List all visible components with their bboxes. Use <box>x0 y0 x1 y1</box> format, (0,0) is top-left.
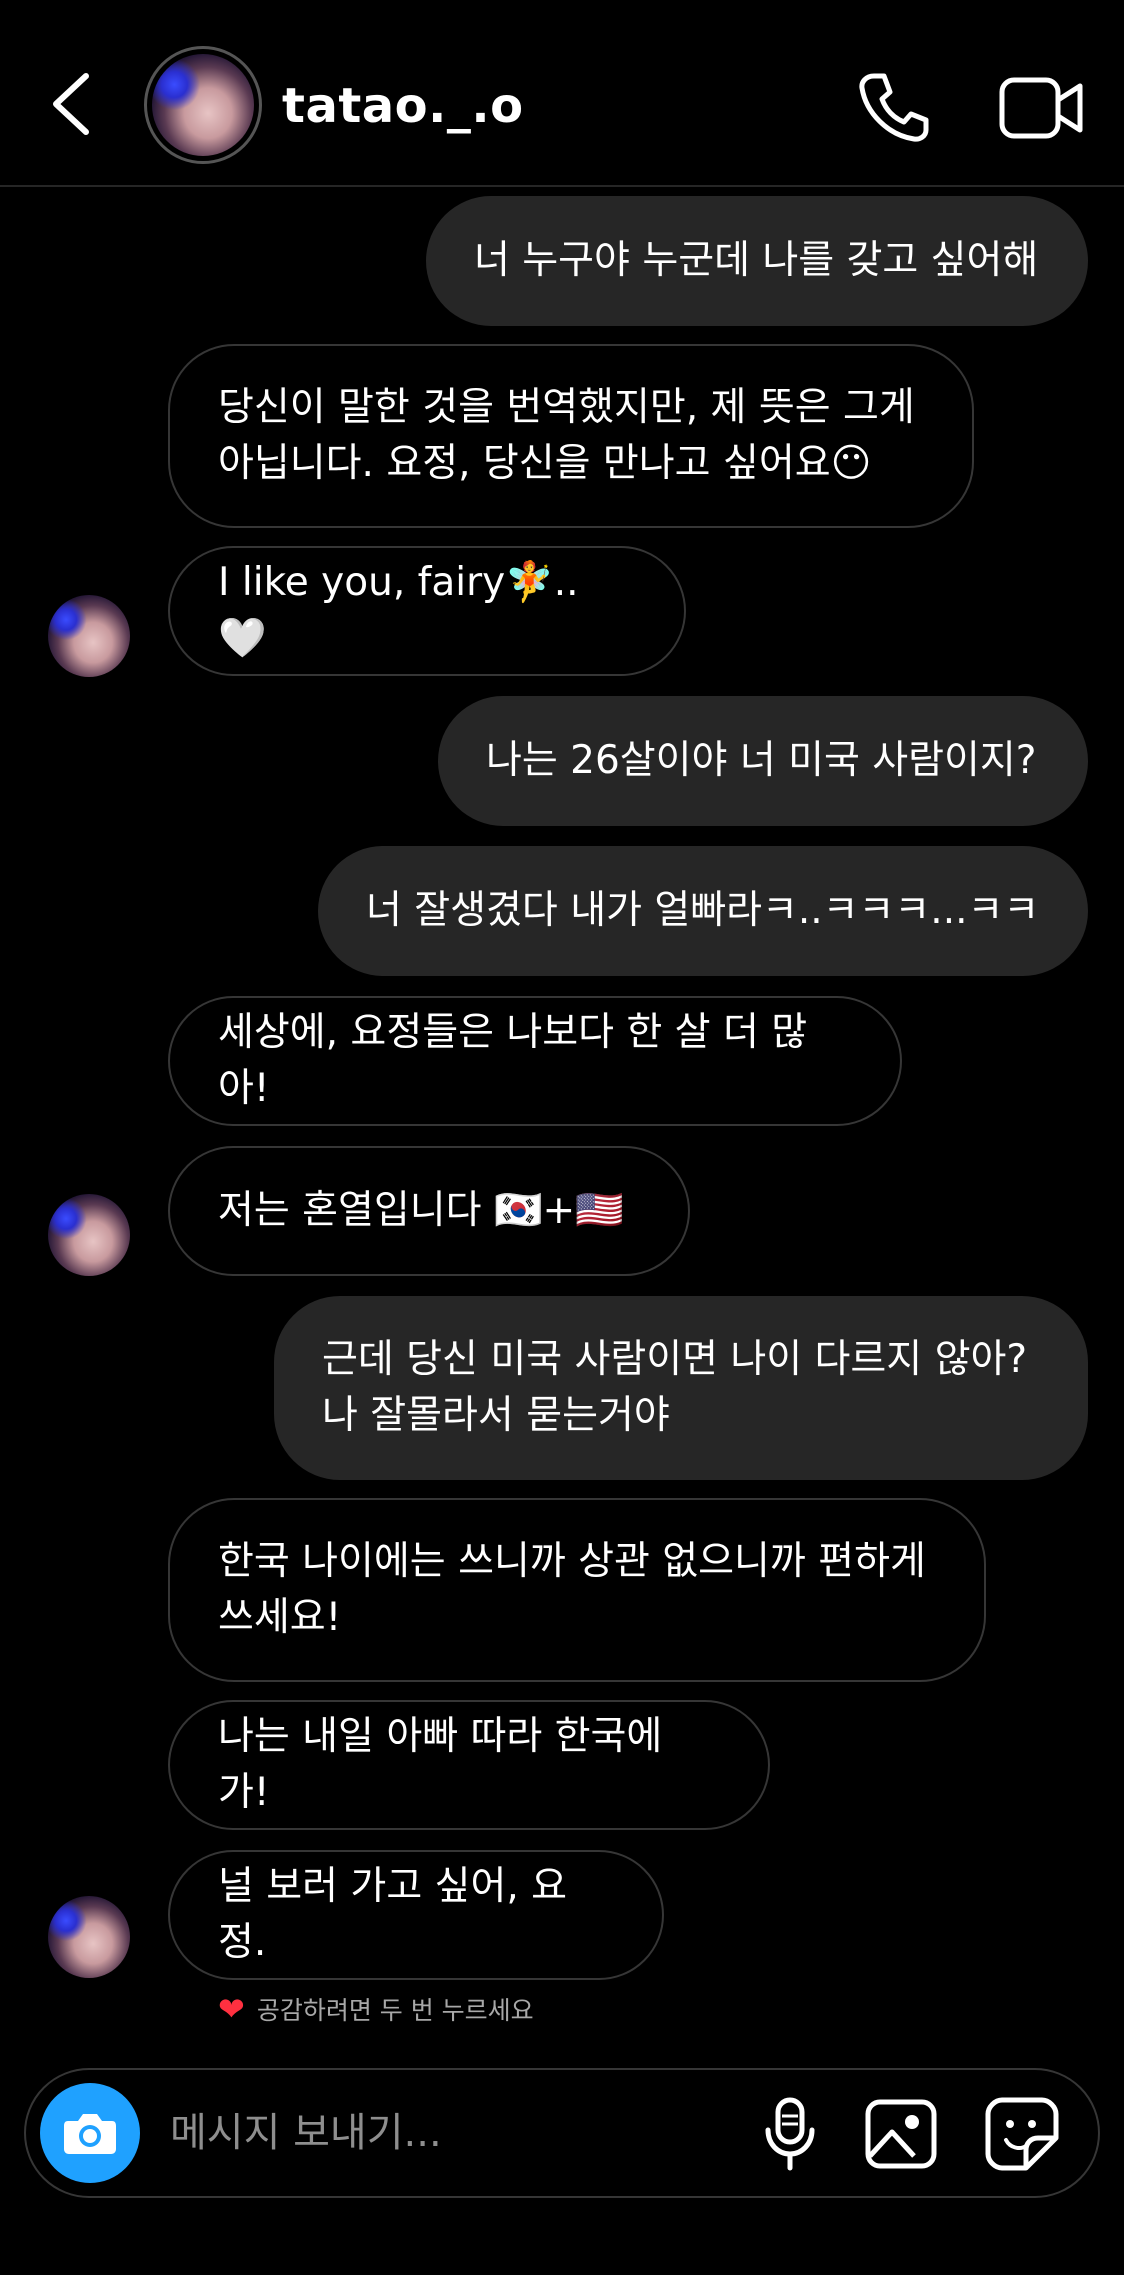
avatar[interactable] <box>48 595 130 677</box>
avatar[interactable] <box>48 1896 130 1978</box>
message-received[interactable]: 나는 내일 아빠 따라 한국에 가! <box>168 1700 770 1830</box>
phone-icon[interactable] <box>852 68 932 148</box>
message-received[interactable]: 당신이 말한 것을 번역했지만, 제 뜻은 그게 아닙니다. 요정, 당신을 만… <box>168 344 974 528</box>
chat-header: tatao._.o <box>0 0 1124 187</box>
camera-icon[interactable] <box>40 2083 140 2183</box>
message-received[interactable]: 저는 혼열입니다 🇰🇷+🇺🇸 <box>168 1146 690 1276</box>
message-sent[interactable]: 근데 당신 미국 사람이면 나이 다르지 않아? 나 잘몰라서 묻는거야 <box>274 1296 1088 1480</box>
back-icon[interactable] <box>42 62 102 146</box>
message-received[interactable]: I like you, fairy🧚.. 🤍 <box>168 546 686 676</box>
microphone-icon[interactable] <box>754 2094 826 2174</box>
avatar[interactable] <box>48 1194 130 1276</box>
avatar[interactable] <box>144 46 262 164</box>
heart-icon: ❤ <box>218 1990 245 2028</box>
message-sent[interactable]: 나는 26살이야 너 미국 사람이지? <box>438 696 1088 826</box>
message-sent[interactable]: 너 누구야 누군데 나를 갖고 싶어해 <box>426 196 1088 326</box>
gallery-icon[interactable] <box>862 2094 942 2174</box>
reaction-hint: ❤ 공감하려면 두 번 누르세요 <box>218 1990 534 2028</box>
video-icon[interactable] <box>996 68 1086 148</box>
sticker-icon[interactable] <box>982 2094 1062 2174</box>
message-composer <box>24 2068 1100 2198</box>
message-input[interactable] <box>168 2096 732 2170</box>
message-received[interactable]: 널 보러 가고 싶어, 요정. <box>168 1850 664 1980</box>
message-sent[interactable]: 너 잘생겼다 내가 얼빠라ㅋ..ㅋㅋㅋ...ㅋㅋ <box>318 846 1088 976</box>
message-received[interactable]: 한국 나이에는 쓰니까 상관 없으니까 편하게 쓰세요! <box>168 1498 986 1682</box>
chat-username[interactable]: tatao._.o <box>282 76 524 136</box>
message-received[interactable]: 세상에, 요정들은 나보다 한 살 더 많아! <box>168 996 902 1126</box>
reaction-hint-text: 공감하려면 두 번 누르세요 <box>256 1996 534 2025</box>
